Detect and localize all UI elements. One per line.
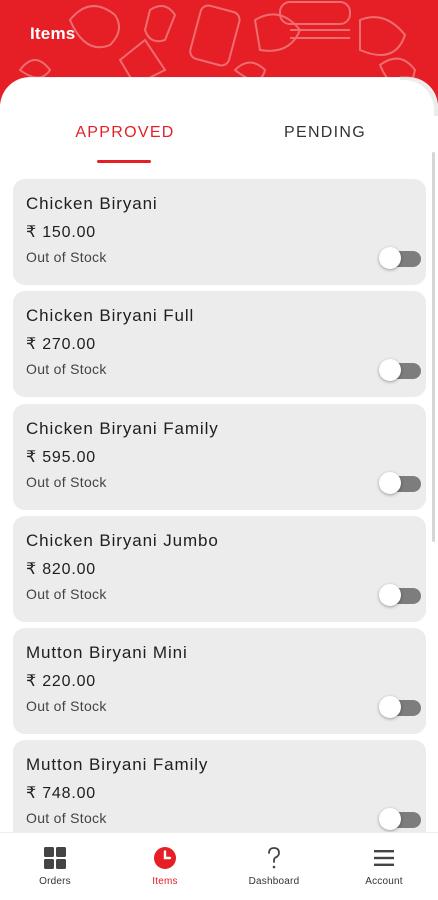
nav-label: Dashboard	[248, 876, 300, 887]
tab-approved[interactable]: APPROVED	[40, 124, 210, 142]
nav-label: Account	[365, 876, 403, 887]
item-price: ₹ 748.00	[26, 785, 96, 802]
menu-icon	[374, 850, 394, 866]
stock-toggle[interactable]	[379, 808, 421, 830]
item-name: Chicken Biryani Jumbo	[26, 531, 219, 550]
item-stock-status: Out of Stock	[26, 698, 107, 714]
clock-icon	[154, 847, 176, 869]
question-icon	[268, 847, 280, 869]
item-card[interactable]: Mutton Biryani Family ₹ 748.00 Out of St…	[13, 740, 426, 832]
stock-toggle[interactable]	[379, 472, 421, 494]
item-stock-status: Out of Stock	[26, 586, 107, 602]
stock-toggle[interactable]	[379, 247, 421, 269]
item-price: ₹ 595.00	[26, 449, 96, 466]
stock-toggle[interactable]	[379, 584, 421, 606]
item-card[interactable]: Chicken Biryani ₹ 150.00 Out of Stock	[13, 179, 426, 285]
item-card[interactable]: Chicken Biryani Full ₹ 270.00 Out of Sto…	[13, 291, 426, 397]
item-name: Chicken Biryani	[26, 194, 158, 213]
toggle-thumb	[379, 247, 401, 269]
toggle-thumb	[379, 359, 401, 381]
nav-orders[interactable]: Orders	[0, 843, 110, 897]
item-name: Mutton Biryani Family	[26, 755, 209, 774]
bottom-navigation: Orders Items Dashboard Account	[0, 832, 438, 900]
item-price: ₹ 220.00	[26, 673, 96, 690]
list-scrollbar[interactable]	[432, 152, 435, 542]
item-stock-status: Out of Stock	[26, 249, 107, 265]
item-name: Mutton Biryani Mini	[26, 643, 188, 662]
item-card[interactable]: Mutton Biryani Mini ₹ 220.00 Out of Stoc…	[13, 628, 426, 734]
item-price: ₹ 820.00	[26, 561, 96, 578]
status-tabs: APPROVED PENDING	[0, 116, 438, 166]
item-stock-status: Out of Stock	[26, 474, 107, 490]
toggle-thumb	[379, 584, 401, 606]
nav-label: Items	[152, 876, 178, 887]
item-name: Chicken Biryani Full	[26, 306, 195, 325]
toggle-thumb	[379, 472, 401, 494]
tab-pending[interactable]: PENDING	[240, 124, 410, 142]
toggle-thumb	[379, 696, 401, 718]
item-price: ₹ 150.00	[26, 224, 96, 241]
grid-icon	[44, 847, 66, 869]
item-card[interactable]: Chicken Biryani Family ₹ 595.00 Out of S…	[13, 404, 426, 510]
page-title: Items	[30, 24, 76, 43]
item-card[interactable]: Chicken Biryani Jumbo ₹ 820.00 Out of St…	[13, 516, 426, 622]
item-name: Chicken Biryani Family	[26, 419, 219, 438]
item-stock-status: Out of Stock	[26, 361, 107, 377]
items-list[interactable]: Chicken Biryani ₹ 150.00 Out of Stock Ch…	[0, 178, 438, 832]
nav-items[interactable]: Items	[110, 843, 220, 897]
nav-account[interactable]: Account	[329, 843, 438, 897]
stock-toggle[interactable]	[379, 696, 421, 718]
item-stock-status: Out of Stock	[26, 810, 107, 826]
active-tab-indicator	[97, 160, 151, 163]
nav-label: Orders	[39, 876, 71, 887]
item-price: ₹ 270.00	[26, 336, 96, 353]
stock-toggle[interactable]	[379, 359, 421, 381]
toggle-thumb	[379, 808, 401, 830]
nav-dashboard[interactable]: Dashboard	[219, 843, 329, 897]
